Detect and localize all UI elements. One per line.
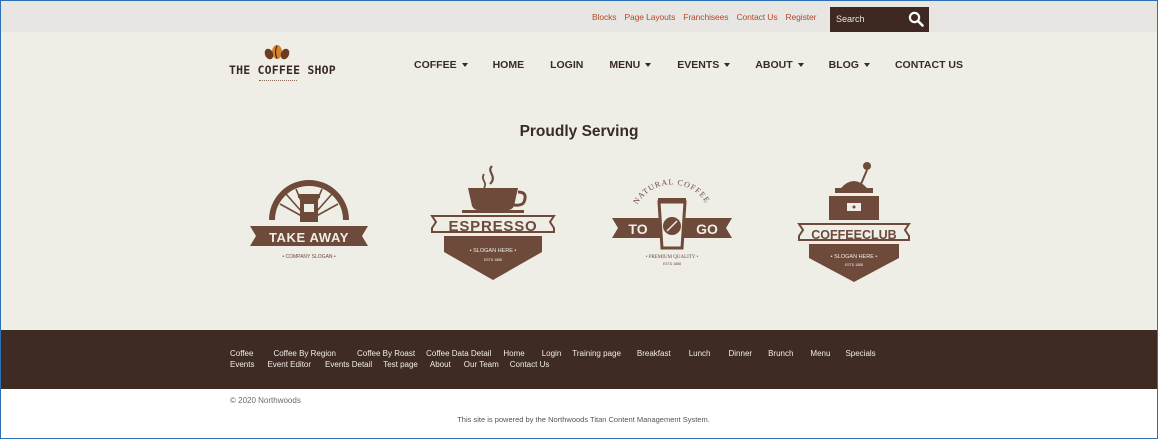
badge-sub: ESTD 1888 <box>484 258 502 262</box>
coffeeclub-badge: COFFEECLUB • SLOGAN HERE • ESTD 1888 <box>797 162 911 282</box>
nav-about[interactable]: ABOUT <box>755 59 804 71</box>
to-go-badge: NATURAL COFFEE TO GO • PREMIUM QUALITY •… <box>612 177 732 266</box>
nav-contact-us[interactable]: CONTACT US <box>895 59 963 71</box>
badge-title: COFFEECLUB <box>811 228 896 242</box>
badge-title: ESPRESSO <box>449 218 538 235</box>
main-nav: COFFEE HOME LOGIN MENU EVENTS ABOUT BLOG… <box>414 59 963 71</box>
chevron-down-icon <box>863 63 870 67</box>
top-link-franchisees[interactable]: Franchisees <box>683 12 728 22</box>
nav-label: HOME <box>492 59 525 71</box>
nav-label: CONTACT US <box>894 59 964 71</box>
search-icon[interactable] <box>908 11 924 27</box>
badge-title-right: GO <box>696 221 718 237</box>
badge-slogan: • COMPANY SLOGAN • <box>282 254 336 260</box>
nav-label: COFFEE <box>414 59 457 71</box>
coffee-bean-logo-icon <box>264 45 290 60</box>
top-link-contact-us[interactable]: Contact Us <box>736 12 777 22</box>
nav-menu[interactable]: MENU <box>609 59 652 71</box>
footer-link-coffee-by-roast[interactable]: Coffee By Roast <box>357 349 415 358</box>
footer-link-home[interactable]: Home <box>503 349 524 358</box>
badge-slogan: • PREMIUM QUALITY • <box>646 255 699 260</box>
badge-title: TAKE AWAY <box>269 230 349 245</box>
chevron-down-icon <box>461 63 468 67</box>
nav-label: ABOUT <box>755 59 793 71</box>
top-link-page-layouts[interactable]: Page Layouts <box>624 12 675 22</box>
footer-link-brunch[interactable]: Brunch <box>768 349 793 358</box>
utility-links: Blocks Page Layouts Franchisees Contact … <box>592 12 816 22</box>
nav-blog[interactable]: BLOG <box>829 59 870 71</box>
footer-links-row-1: Coffee Coffee By Region Coffee By Roast … <box>230 349 876 358</box>
nav-login[interactable]: LOGIN <box>550 59 583 71</box>
logo-text: THE COFFEE SHOP <box>229 63 336 77</box>
footer-links-row-2: Events Event Editor Events Detail Test p… <box>230 360 549 369</box>
nav-label: LOGIN <box>550 59 584 71</box>
footer-link-dinner[interactable]: Dinner <box>728 349 752 358</box>
footer-link-about[interactable]: About <box>430 360 451 369</box>
badge-sub: ESTD 1888 <box>663 262 681 266</box>
footer-link-breakfast[interactable]: Breakfast <box>637 349 671 358</box>
footer-link-coffee-by-region[interactable]: Coffee By Region <box>273 349 336 358</box>
footer-link-coffee[interactable]: Coffee <box>230 349 253 358</box>
badge-title-left: TO <box>628 221 647 237</box>
powered-by: This site is powered by the Northwoods T… <box>457 415 710 424</box>
nav-events[interactable]: EVENTS <box>677 59 731 71</box>
footer-link-training-page[interactable]: Training page <box>572 349 621 358</box>
footer-link-test-page[interactable]: Test page <box>383 360 418 369</box>
nav-label: BLOG <box>828 59 859 71</box>
badge-sub: ESTD 1888 <box>845 263 863 267</box>
search-input[interactable] <box>836 14 906 24</box>
search-box <box>830 7 929 32</box>
footer-link-events[interactable]: Events <box>230 360 254 369</box>
footer-link-contact-us[interactable]: Contact Us <box>510 360 550 369</box>
footer-link-events-detail[interactable]: Events Detail <box>325 360 372 369</box>
utility-bar <box>1 1 1157 32</box>
hero-section <box>1 32 1157 330</box>
nav-coffee[interactable]: COFFEE <box>414 59 468 71</box>
footer-link-specials[interactable]: Specials <box>845 349 875 358</box>
chevron-down-icon <box>724 63 731 67</box>
badge-slogan: • SLOGAN HERE • <box>831 254 878 260</box>
logo-tagline-ornament <box>259 80 297 83</box>
footer-link-lunch[interactable]: Lunch <box>689 349 711 358</box>
footer-link-coffee-data-detail[interactable]: Coffee Data Detail <box>426 349 491 358</box>
nav-home[interactable]: HOME <box>493 59 525 71</box>
section-heading: Proudly Serving <box>519 123 639 140</box>
footer-link-login[interactable]: Login <box>542 349 562 358</box>
take-away-badge: TAKE AWAY • COMPANY SLOGAN • <box>250 180 368 260</box>
footer-link-event-editor[interactable]: Event Editor <box>267 360 311 369</box>
chevron-down-icon <box>645 63 652 67</box>
footer-link-our-team[interactable]: Our Team <box>464 360 499 369</box>
nav-label: MENU <box>609 59 641 71</box>
copyright: © 2020 Northwoods <box>230 396 301 405</box>
footer-link-menu[interactable]: Menu <box>810 349 830 358</box>
chevron-down-icon <box>797 63 804 67</box>
top-link-register[interactable]: Register <box>785 12 816 22</box>
top-link-blocks[interactable]: Blocks <box>592 12 617 22</box>
espresso-badge: ESPRESSO • SLOGAN HERE • ESTD 1888 <box>430 165 556 280</box>
site-logo[interactable]: THE COFFEE SHOP <box>229 44 336 90</box>
badge-slogan: • SLOGAN HERE • <box>470 248 517 254</box>
footer <box>1 330 1157 389</box>
nav-label: EVENTS <box>677 59 720 71</box>
